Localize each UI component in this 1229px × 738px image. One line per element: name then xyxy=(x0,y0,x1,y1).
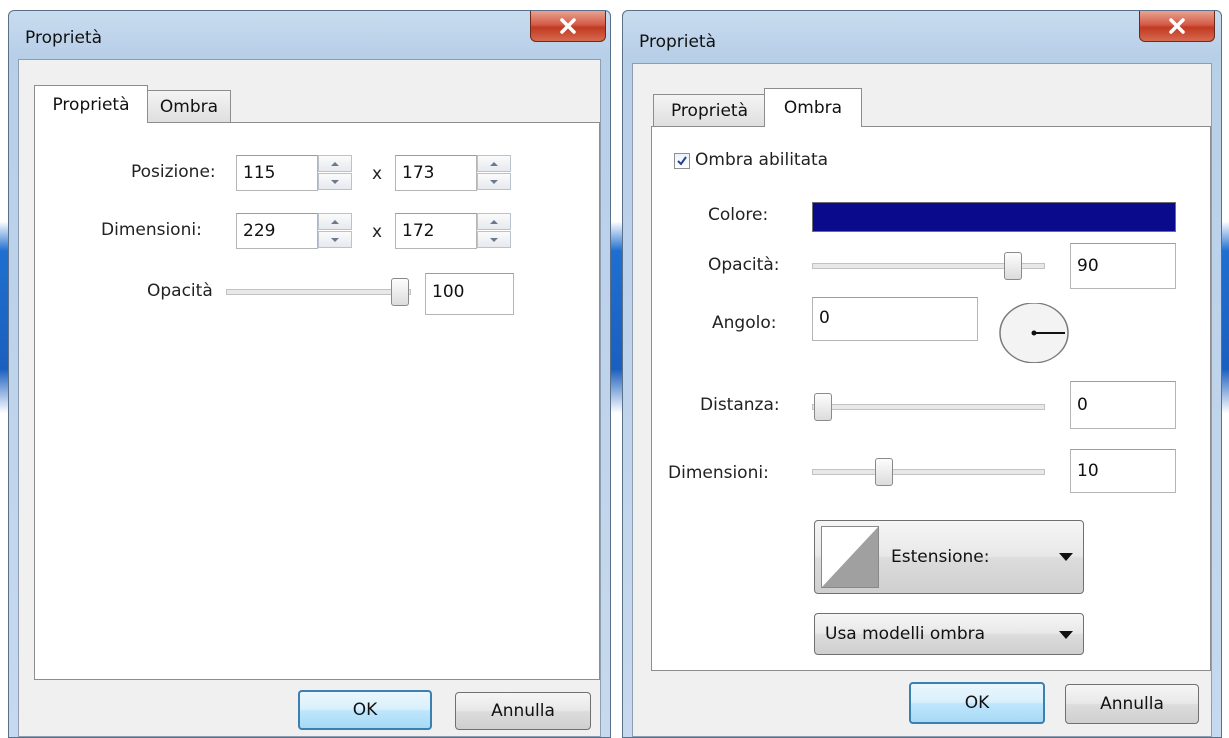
properties-dialog-right: Proprietà Proprietà Ombra Ombra abilitat… xyxy=(622,10,1222,738)
cancel-button[interactable]: Annulla xyxy=(455,692,591,730)
opacity-label: Opacità: xyxy=(708,255,780,275)
shadow-templates-button-label: Usa modelli ombra xyxy=(825,624,986,644)
distance-value: 0 xyxy=(1077,395,1088,415)
chevron-down-icon xyxy=(331,179,339,184)
size-label: Dimensioni: xyxy=(101,220,202,240)
size-slider-track[interactable] xyxy=(812,469,1045,475)
size-height-value: 172 xyxy=(402,221,435,241)
ok-button-label: OK xyxy=(352,700,378,720)
window-title: Proprietà xyxy=(639,32,717,52)
distance-input[interactable]: 0 xyxy=(1070,381,1176,429)
chevron-down-icon xyxy=(331,237,339,242)
shadow-enabled-checkbox[interactable] xyxy=(674,153,690,169)
chevron-down-icon xyxy=(490,237,498,242)
opacity-slider-track[interactable] xyxy=(226,289,411,295)
ok-button[interactable]: OK xyxy=(298,690,432,730)
angle-dial[interactable] xyxy=(999,303,1069,363)
opacity-value: 90 xyxy=(1077,256,1099,276)
spin-down-button[interactable] xyxy=(477,173,511,190)
size-value: 10 xyxy=(1077,461,1099,481)
opacity-slider-thumb[interactable] xyxy=(391,278,409,306)
tab-panel-proprieta: Posizione: 115 x 173 Dimensioni: 229 x 1… xyxy=(34,122,600,680)
close-button[interactable] xyxy=(530,11,606,42)
chevron-up-icon xyxy=(490,161,498,166)
chevron-up-icon xyxy=(490,219,498,224)
dialog-client-area: Proprietà Ombra Posizione: 115 x 173 Dim… xyxy=(18,59,601,737)
color-swatch-fill xyxy=(813,203,1175,231)
position-x-input[interactable]: 115 xyxy=(236,155,318,191)
properties-dialog-left: Proprietà Proprietà Ombra Posizione: 115 xyxy=(8,10,611,738)
shadow-enabled-label[interactable]: Ombra abilitata xyxy=(695,150,828,170)
size-width-spinner[interactable] xyxy=(318,213,352,249)
spin-up-button[interactable] xyxy=(318,155,352,172)
shadow-extension-preview-icon xyxy=(821,526,879,588)
tab-label: Ombra xyxy=(159,97,219,117)
caret-down-icon xyxy=(1059,631,1073,639)
size-height-input[interactable]: 172 xyxy=(395,213,477,249)
color-swatch[interactable] xyxy=(812,202,1176,232)
angle-label: Angolo: xyxy=(712,313,777,333)
title-bar[interactable]: Proprietà xyxy=(623,11,1221,56)
distance-label: Distanza: xyxy=(700,395,780,415)
size-input[interactable]: 10 xyxy=(1070,449,1176,493)
tab-panel-ombra: Ombra abilitata Colore: Opacità: 90 Ango… xyxy=(651,126,1211,671)
angle-value: 0 xyxy=(819,308,830,328)
spin-down-button[interactable] xyxy=(318,173,352,190)
ok-button[interactable]: OK xyxy=(909,682,1045,724)
size-width-input[interactable]: 229 xyxy=(236,213,318,249)
distance-slider-thumb[interactable] xyxy=(814,393,832,421)
size-separator: x xyxy=(372,222,383,242)
chevron-down-icon xyxy=(490,179,498,184)
shadow-templates-button[interactable]: Usa modelli ombra xyxy=(814,613,1084,655)
spin-down-button[interactable] xyxy=(318,231,352,248)
close-button[interactable] xyxy=(1139,11,1215,42)
tab-ombra[interactable]: Ombra xyxy=(147,90,231,123)
position-label: Posizione: xyxy=(131,162,216,182)
extension-button[interactable]: Estensione: xyxy=(814,520,1084,594)
spin-up-button[interactable] xyxy=(477,213,511,230)
chevron-up-icon xyxy=(331,161,339,166)
spin-up-button[interactable] xyxy=(477,155,511,172)
opacity-input[interactable]: 100 xyxy=(425,273,514,315)
tab-label: Proprietà xyxy=(52,94,130,115)
dialog-client-area: Proprietà Ombra Ombra abilitata Colore: … xyxy=(632,63,1212,737)
size-height-spinner[interactable] xyxy=(477,213,511,249)
spin-down-button[interactable] xyxy=(477,231,511,248)
cancel-button[interactable]: Annulla xyxy=(1065,684,1199,724)
tab-label: Ombra xyxy=(783,98,843,118)
extension-button-label: Estensione: xyxy=(891,547,990,567)
caret-down-icon xyxy=(1059,553,1073,561)
opacity-input[interactable]: 90 xyxy=(1070,243,1176,289)
close-x-icon xyxy=(1169,18,1185,34)
window-title: Proprietà xyxy=(25,28,103,48)
opacity-value: 100 xyxy=(432,282,465,302)
position-y-spinner[interactable] xyxy=(477,155,511,191)
distance-slider-track[interactable] xyxy=(812,404,1045,410)
tab-proprieta[interactable]: Proprietà xyxy=(653,94,766,127)
size-label: Dimensioni: xyxy=(668,463,769,483)
spin-up-button[interactable] xyxy=(318,213,352,230)
tab-proprieta[interactable]: Proprietà xyxy=(34,85,148,123)
cancel-button-label: Annulla xyxy=(491,701,555,721)
position-x-spinner[interactable] xyxy=(318,155,352,191)
chevron-up-icon xyxy=(331,219,339,224)
close-x-icon xyxy=(560,18,576,34)
cancel-button-label: Annulla xyxy=(1100,694,1164,714)
position-x-value: 115 xyxy=(243,163,276,183)
position-y-input[interactable]: 173 xyxy=(395,155,477,191)
check-icon xyxy=(677,156,687,166)
angle-input[interactable]: 0 xyxy=(812,297,978,341)
position-y-value: 173 xyxy=(402,163,435,183)
size-width-value: 229 xyxy=(243,221,276,241)
ok-button-label: OK xyxy=(964,693,990,713)
opacity-slider-thumb[interactable] xyxy=(1004,252,1022,280)
tab-ombra[interactable]: Ombra xyxy=(764,88,862,127)
position-separator: x xyxy=(372,164,383,184)
color-label: Colore: xyxy=(708,205,769,225)
tab-label: Proprietà xyxy=(670,101,748,121)
title-bar[interactable]: Proprietà xyxy=(9,11,610,56)
opacity-label: Opacità xyxy=(147,281,213,301)
size-slider-thumb[interactable] xyxy=(875,458,893,486)
